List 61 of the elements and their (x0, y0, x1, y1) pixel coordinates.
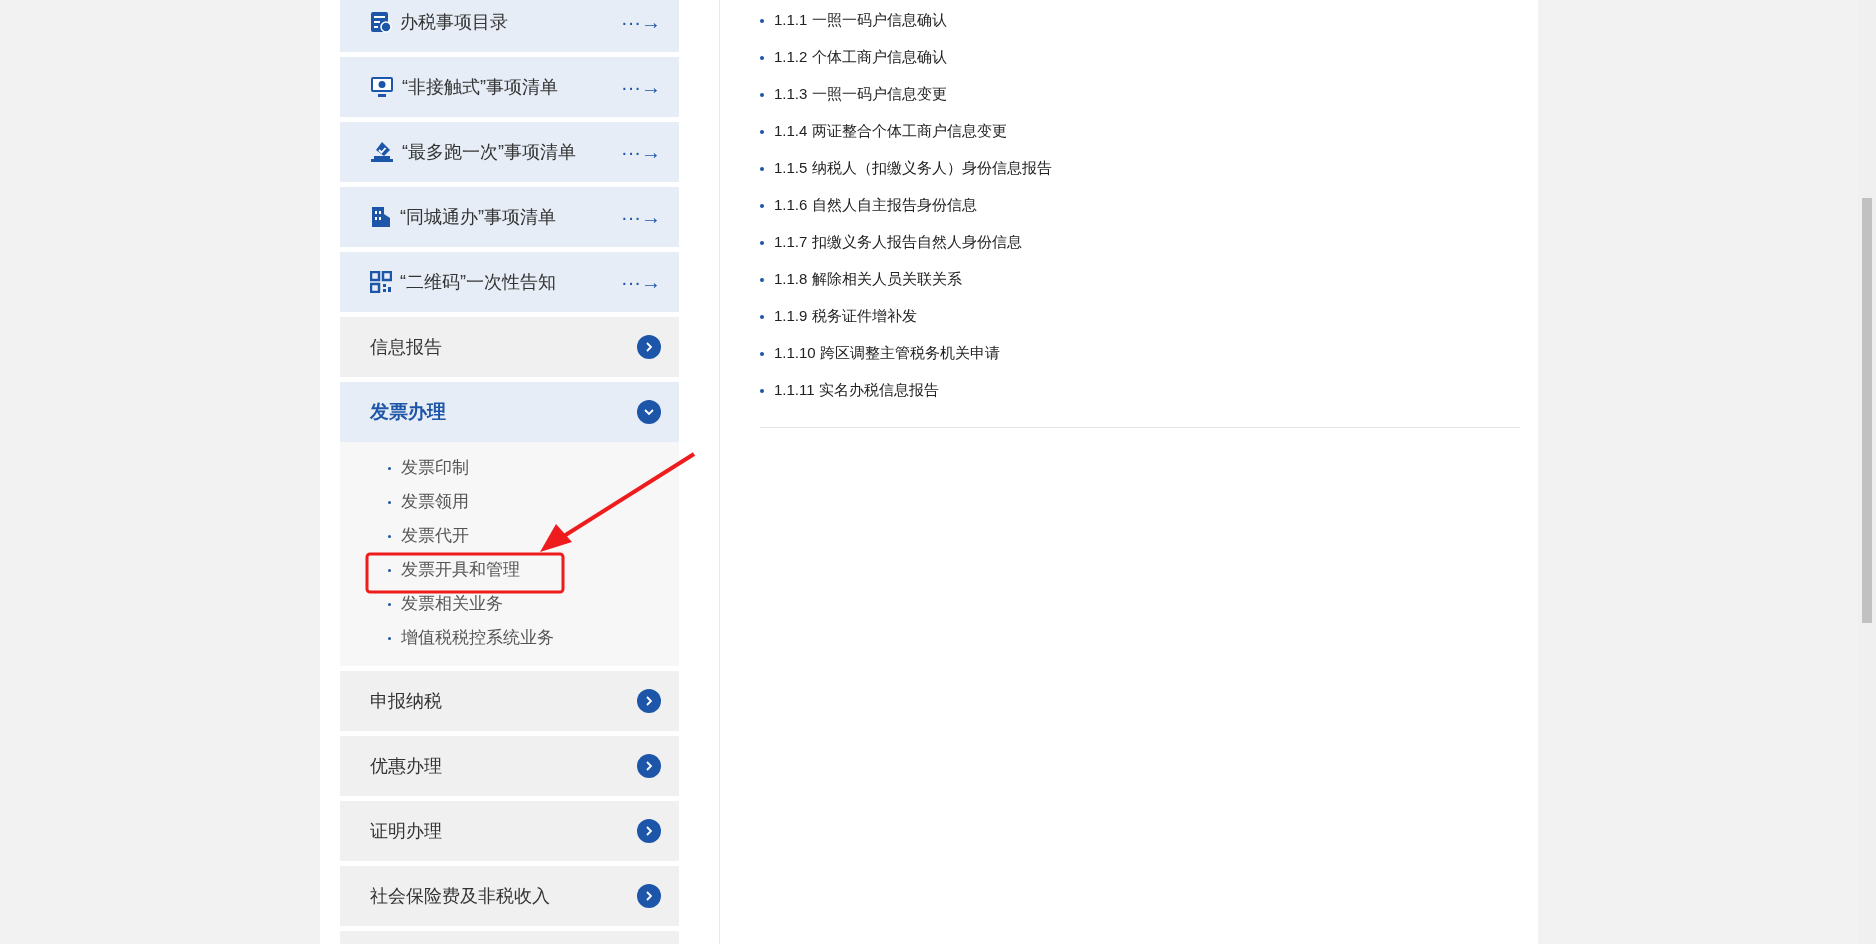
bullet-icon (760, 92, 764, 97)
bullet-icon (760, 18, 764, 23)
submenu-link[interactable]: 发票相关业务 (401, 591, 503, 617)
arrow-icon: ···→ (621, 137, 661, 167)
menu-link[interactable]: “非接触式”事项清单 ···→ (340, 57, 679, 117)
menu-link[interactable]: “二维码”一次性告知 ···→ (340, 252, 679, 312)
arrow-icon: ···→ (621, 7, 661, 37)
qr-code-icon (370, 271, 392, 293)
submenu-link[interactable]: 发票印制 (401, 455, 469, 481)
scrollbar-thumb[interactable] (1862, 198, 1872, 623)
bullet-icon (388, 534, 391, 538)
check-badge-icon (370, 141, 394, 163)
bullet-icon (760, 314, 764, 319)
bullet-icon (760, 129, 764, 134)
bullet-icon (760, 240, 764, 245)
chevron-right-icon (637, 819, 661, 843)
item-link[interactable]: 1.1.11 实名办税信息报告 (774, 379, 939, 402)
bullet-icon (760, 277, 764, 282)
category-header[interactable]: 信息报告 (340, 317, 679, 377)
chevron-right-icon (637, 884, 661, 908)
monitor-icon (370, 76, 394, 98)
item-link[interactable]: 1.1.4 两证整合个体工商户信息变更 (774, 120, 1007, 143)
category-header[interactable]: 证明办理 (340, 801, 679, 861)
bullet-icon (760, 166, 764, 171)
bullet-icon (388, 500, 391, 504)
building-icon (370, 206, 392, 228)
bullet-icon (388, 568, 391, 572)
submenu-link[interactable]: 增值税税控系统业务 (401, 625, 554, 651)
item-link[interactable]: 1.1.7 扣缴义务人报告自然人身份信息 (774, 231, 1022, 254)
menu-link[interactable]: “同城通办”事项清单 ···→ (340, 187, 679, 247)
chevron-right-icon (637, 335, 661, 359)
bullet-icon (388, 602, 391, 606)
arrow-icon: ···→ (621, 267, 661, 297)
submenu-link[interactable]: 发票领用 (401, 489, 469, 515)
chevron-right-icon (637, 754, 661, 778)
item-link[interactable]: 1.1.1 一照一码户信息确认 (774, 9, 947, 32)
bullet-icon (760, 203, 764, 208)
item-link[interactable]: 1.1.10 跨区调整主管税务机关申请 (774, 342, 1000, 365)
chevron-down-icon (637, 400, 661, 424)
bullet-icon (760, 55, 764, 60)
category-header[interactable]: 社会保险费及非税收入 (340, 866, 679, 926)
chevron-right-icon (637, 689, 661, 713)
bullet-icon (760, 351, 764, 356)
item-link[interactable]: 1.1.9 税务证件增补发 (774, 305, 917, 328)
arrow-icon: ···→ (621, 72, 661, 102)
item-link[interactable]: 1.1.8 解除相关人员关联关系 (774, 268, 962, 291)
item-link[interactable]: 1.1.6 自然人自主报告身份信息 (774, 194, 977, 217)
menu-link[interactable]: 办税事项目录 ···→ (340, 0, 679, 52)
category-header[interactable]: 发票办理 (340, 382, 679, 442)
bullet-icon (388, 466, 391, 470)
menu-link[interactable]: “最多跑一次”事项清单 ···→ (340, 122, 679, 182)
category-header[interactable]: 优惠办理 (340, 736, 679, 796)
bullet-icon (388, 636, 391, 640)
submenu-link[interactable]: 发票代开 (401, 523, 469, 549)
item-link[interactable]: 1.1.2 个体工商户信息确认 (774, 46, 947, 69)
item-link[interactable]: 1.1.3 一照一码户信息变更 (774, 83, 947, 106)
arrow-icon: ···→ (621, 202, 661, 232)
item-link[interactable]: 1.1.5 纳税人（扣缴义务人）身份信息报告 (774, 157, 1052, 180)
category-header[interactable]: 申报纳税 (340, 671, 679, 731)
bullet-icon (760, 388, 764, 393)
document-icon (370, 11, 392, 33)
